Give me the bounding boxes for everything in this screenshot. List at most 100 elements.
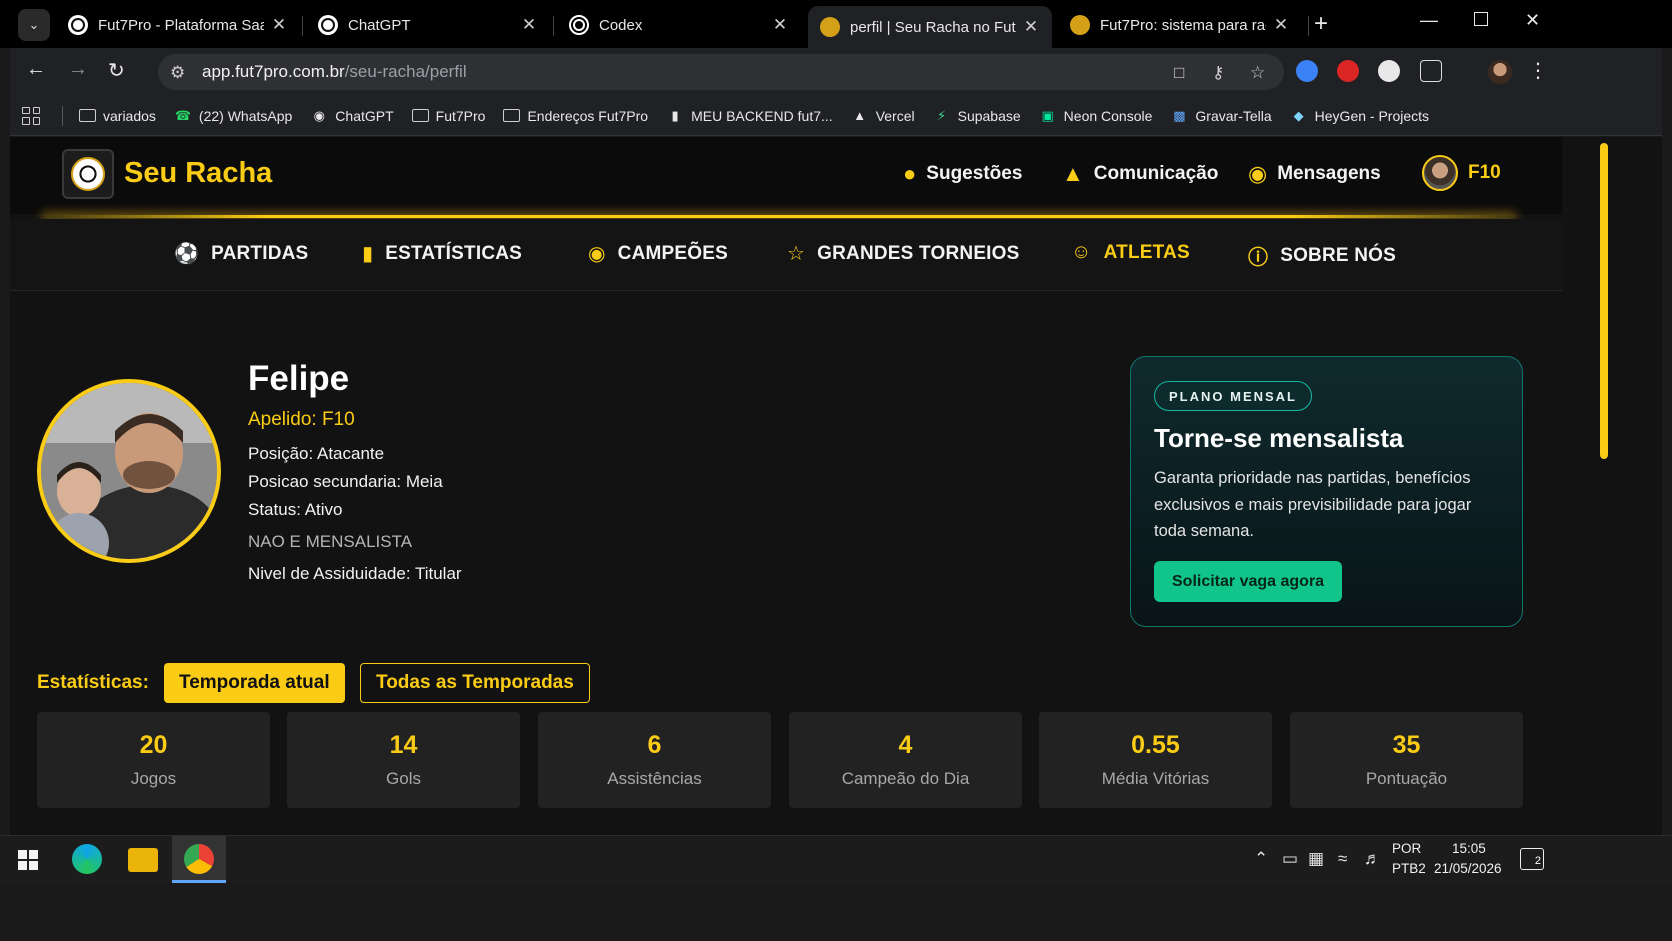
header-link-comunicacao[interactable]: ▲ Comunicação (1062, 161, 1218, 187)
tab-title: Fut7Pro - Plataforma SaaS d (98, 16, 264, 34)
nav-label: GRANDES TORNEIOS (817, 242, 1020, 264)
tab-title: Codex (599, 16, 643, 34)
bookmark-label: ChatGPT (335, 107, 394, 124)
fut7pro-logo[interactable] (62, 149, 114, 199)
bookmark-supabase[interactable]: ⚡ Supabase (933, 108, 1021, 124)
stat-label: Gols (386, 769, 421, 788)
header-link-mensagens[interactable]: ◉ Mensagens (1248, 161, 1381, 187)
tab-separator (302, 16, 303, 36)
bookmark-star-icon[interactable]: ☆ (1250, 63, 1265, 83)
bookmark-neon[interactable]: ▣ Neon Console (1039, 108, 1153, 124)
nav-campeoes[interactable]: ◉ CAMPEÕES (588, 241, 728, 266)
reload-icon[interactable]: ↻ (108, 58, 125, 83)
tab-search-button[interactable]: ⌄ (18, 9, 50, 41)
nav-atletas[interactable]: ☺ ATLETAS (1071, 241, 1190, 264)
browser-tab-1[interactable]: Fut7Pro - Plataforma SaaS d ✕ (56, 6, 300, 44)
extension-icon[interactable] (1378, 60, 1400, 82)
profile-avatar[interactable] (1488, 60, 1512, 84)
forward-arrow-icon[interactable]: → (68, 58, 88, 81)
network-icon[interactable]: ▦ (1308, 849, 1324, 869)
bar-chart-icon: ▮ (362, 243, 374, 265)
edge-icon[interactable] (72, 844, 102, 874)
install-app-icon[interactable]: □ (1174, 63, 1184, 83)
stat-value: 0.55 (1131, 731, 1180, 759)
maximize-icon[interactable] (1474, 12, 1488, 26)
nav-partidas[interactable]: ⚽ PARTIDAS (174, 241, 308, 266)
request-spot-button[interactable]: Solicitar vaga agora (1154, 561, 1343, 602)
bookmark-gravar-tella[interactable]: ▩ Gravar-Tella (1170, 108, 1271, 124)
extension-icon[interactable] (1337, 60, 1359, 82)
apps-grid-icon[interactable] (22, 106, 40, 125)
nav-grandes-torneios[interactable]: ☆ GRANDES TORNEIOS (787, 241, 1020, 266)
bookmark-vercel[interactable]: ▲ Vercel (851, 108, 914, 124)
chevron-down-icon: ⌄ (28, 17, 40, 32)
windows-start-icon[interactable] (18, 850, 38, 870)
heygen-icon: ◆ (1293, 107, 1304, 123)
brand-name[interactable]: Seu Racha (124, 157, 272, 190)
extension-icon[interactable] (1296, 60, 1318, 82)
stat-value: 4 (898, 731, 913, 759)
chevron-up-icon[interactable]: ⌃ (1254, 849, 1268, 869)
nav-label: SOBRE NÓS (1280, 244, 1397, 266)
nav-label: ATLETAS (1103, 241, 1190, 263)
medal-icon: ◉ (588, 243, 606, 265)
address-bar[interactable]: ⚙ app.fut7pro.com.br/seu-racha/perfil □ … (158, 54, 1284, 90)
back-arrow-icon[interactable]: ← (26, 58, 46, 81)
season-all-button[interactable]: Todas as Temporadas (360, 663, 590, 703)
close-icon[interactable]: ✕ (771, 15, 789, 35)
tella-icon: ▩ (1173, 107, 1186, 123)
more-menu-icon[interactable]: ⋮ (1528, 58, 1548, 83)
whatsapp-icon: ☎ (174, 107, 192, 123)
stats-label: Estatísticas: (37, 672, 149, 693)
notification-center-icon[interactable]: 2 (1520, 848, 1544, 870)
close-icon[interactable]: ✕ (1022, 17, 1040, 37)
bookmark-fut7pro[interactable]: Fut7Pro (411, 108, 485, 124)
language-indicator[interactable]: POR (1392, 841, 1421, 856)
scrollbar-track[interactable] (1562, 137, 1662, 835)
bookmark-variados[interactable]: variados (79, 108, 156, 124)
volume-icon[interactable]: ♬ (1364, 849, 1381, 869)
windows-taskbar: ⌃ ▭ ▦ ≈ ♬ POR PTB2 15:05 21/05/2026 2 (0, 835, 1672, 883)
stat-card-gols: 14 Gols (287, 712, 520, 808)
chrome-icon[interactable] (184, 844, 214, 874)
openai-icon (318, 15, 338, 35)
season-current-button[interactable]: Temporada atual (164, 663, 345, 703)
site-settings-icon[interactable]: ⚙ (170, 63, 185, 83)
keyboard-layout[interactable]: PTB2 (1392, 861, 1426, 876)
browser-tab-3[interactable]: Codex ✕ (557, 6, 801, 44)
user-menu[interactable]: F10 (1422, 155, 1501, 191)
extensions-puzzle-icon[interactable] (1420, 60, 1442, 82)
wifi-icon[interactable]: ≈ (1338, 849, 1347, 869)
window-close-icon[interactable]: ✕ (1525, 10, 1540, 31)
bookmark-label: variados (103, 107, 156, 124)
athlete-photo (37, 379, 221, 563)
minimize-icon[interactable]: — (1420, 10, 1438, 31)
bookmark-backend[interactable]: ▮ MEU BACKEND fut7... (666, 108, 833, 124)
bookmark-chatgpt[interactable]: ◉ ChatGPT (310, 107, 394, 124)
browser-tab-5[interactable]: Fut7Pro: sistema para racha ✕ (1058, 6, 1302, 44)
close-icon[interactable]: ✕ (270, 15, 288, 35)
close-icon[interactable]: ✕ (1272, 15, 1290, 35)
bookmark-heygen[interactable]: ◆ HeyGen - Projects (1290, 108, 1429, 124)
battery-icon[interactable]: ▭ (1282, 849, 1298, 869)
nav-estatisticas[interactable]: ▮ ESTATÍSTICAS (362, 241, 522, 266)
new-tab-plus-icon[interactable]: + (1314, 10, 1328, 38)
trophy-icon: ☆ (787, 243, 806, 265)
bookmarks-bar: variados ☎ (22) WhatsApp ◉ ChatGPT Fut7Pro… (10, 96, 1662, 136)
bookmark-whatsapp[interactable]: ☎ (22) WhatsApp (174, 108, 292, 124)
scrollbar-thumb[interactable] (1600, 143, 1608, 459)
header-link-sugestoes[interactable]: ● Sugestões (903, 161, 1022, 187)
nav-sobre-nos[interactable]: ⓘ SOBRE NÓS (1248, 241, 1396, 270)
athlete-status: Status: Ativo (248, 500, 343, 519)
clock-time[interactable]: 15:05 (1452, 841, 1486, 856)
browser-tab-active[interactable]: perfil | Seu Racha no Fut7Pr ✕ (808, 6, 1052, 48)
bookmark-enderecos[interactable]: Endereços Fut7Pro (503, 108, 648, 124)
stat-value: 20 (139, 731, 168, 759)
close-icon[interactable]: ✕ (520, 15, 538, 35)
clock-date[interactable]: 21/05/2026 (1434, 861, 1502, 876)
vercel-icon: ▲ (853, 108, 867, 123)
neon-icon: ▣ (1041, 107, 1054, 123)
browser-tab-2[interactable]: ChatGPT ✕ (306, 6, 550, 44)
file-explorer-icon[interactable] (128, 848, 158, 872)
password-key-icon[interactable]: ⚷ (1212, 63, 1224, 83)
